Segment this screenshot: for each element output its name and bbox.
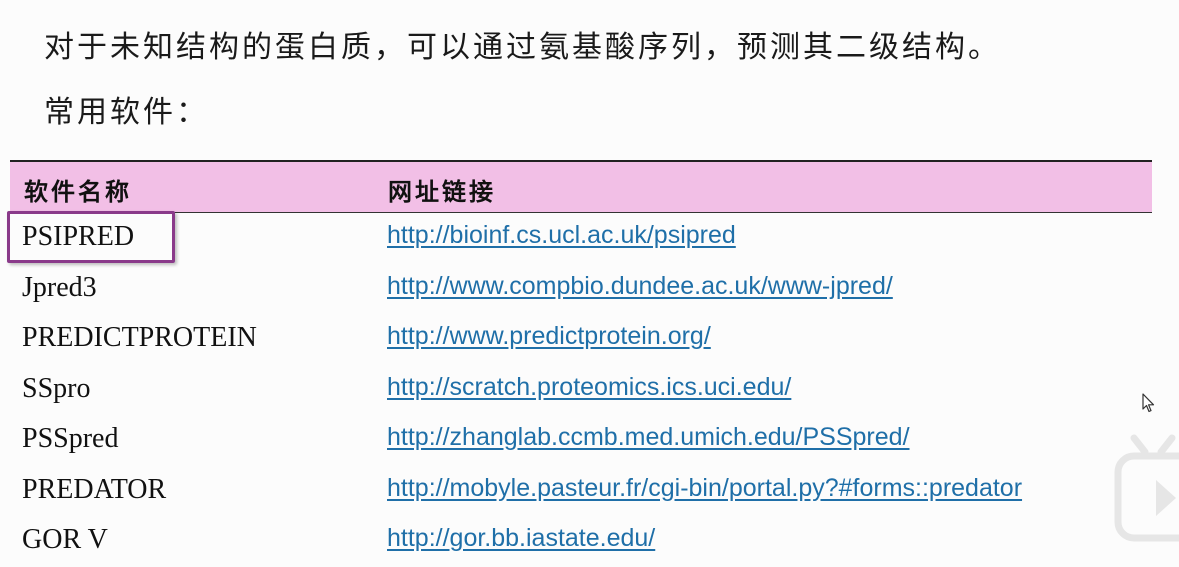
software-link[interactable]: http://zhanglab.ccmb.med.umich.edu/PSSpr…: [387, 423, 910, 452]
software-name: PREDICTPROTEIN: [22, 322, 257, 353]
software-name: Jpred3: [22, 271, 97, 303]
header-url: 网址链接: [388, 178, 496, 206]
mouse-pointer-icon: [1142, 393, 1155, 413]
software-name: SSpro: [22, 372, 91, 404]
intro-text: 对于未知结构的蛋白质，可以通过氨基酸序列，预测其二级结构。: [44, 30, 1001, 65]
table-row: PSSpred http://zhanglab.ccmb.med.umich.e…: [10, 415, 1152, 466]
software-link[interactable]: http://scratch.proteomics.ics.uci.edu/: [387, 373, 791, 402]
software-name: PREDATOR: [22, 473, 167, 505]
software-link[interactable]: http://mobyle.pasteur.fr/cgi-bin/portal.…: [387, 474, 1022, 503]
software-link[interactable]: http://www.compbio.dundee.ac.uk/www-jpre…: [387, 272, 893, 301]
software-link[interactable]: http://www.predictprotein.org/: [387, 322, 711, 351]
software-name: PSSpred: [22, 423, 119, 454]
software-link[interactable]: http://gor.bb.iastate.edu/: [387, 524, 655, 553]
software-name: PSIPRED: [22, 221, 135, 252]
software-name: GOR V: [22, 524, 108, 555]
table-row: PSIPRED http://bioinf.cs.ucl.ac.uk/psipr…: [10, 213, 1152, 264]
table-row: PREDATOR http://mobyle.pasteur.fr/cgi-bi…: [10, 466, 1152, 517]
table-body: PSIPRED http://bioinf.cs.ucl.ac.uk/psipr…: [10, 213, 1152, 567]
common-software-label: 常用软件：: [44, 95, 209, 130]
software-link[interactable]: http://bioinf.cs.ucl.ac.uk/psipred: [387, 221, 736, 250]
table-row: Jpred3 http://www.compbio.dundee.ac.uk/w…: [10, 264, 1152, 315]
table-row: PREDICTPROTEIN http://www.predictprotein…: [10, 314, 1152, 365]
tv-logo-icon: [1114, 434, 1179, 542]
table-row: SSpro http://scratch.proteomics.ics.uci.…: [10, 365, 1152, 416]
software-table: 软件名称 网址链接 PSIPRED http://bioinf.cs.ucl.a…: [10, 160, 1152, 567]
table-row: GOR V http://gor.bb.iastate.edu/: [10, 516, 1152, 567]
header-software-name: 软件名称: [24, 178, 132, 206]
table-header: 软件名称 网址链接: [10, 160, 1152, 213]
